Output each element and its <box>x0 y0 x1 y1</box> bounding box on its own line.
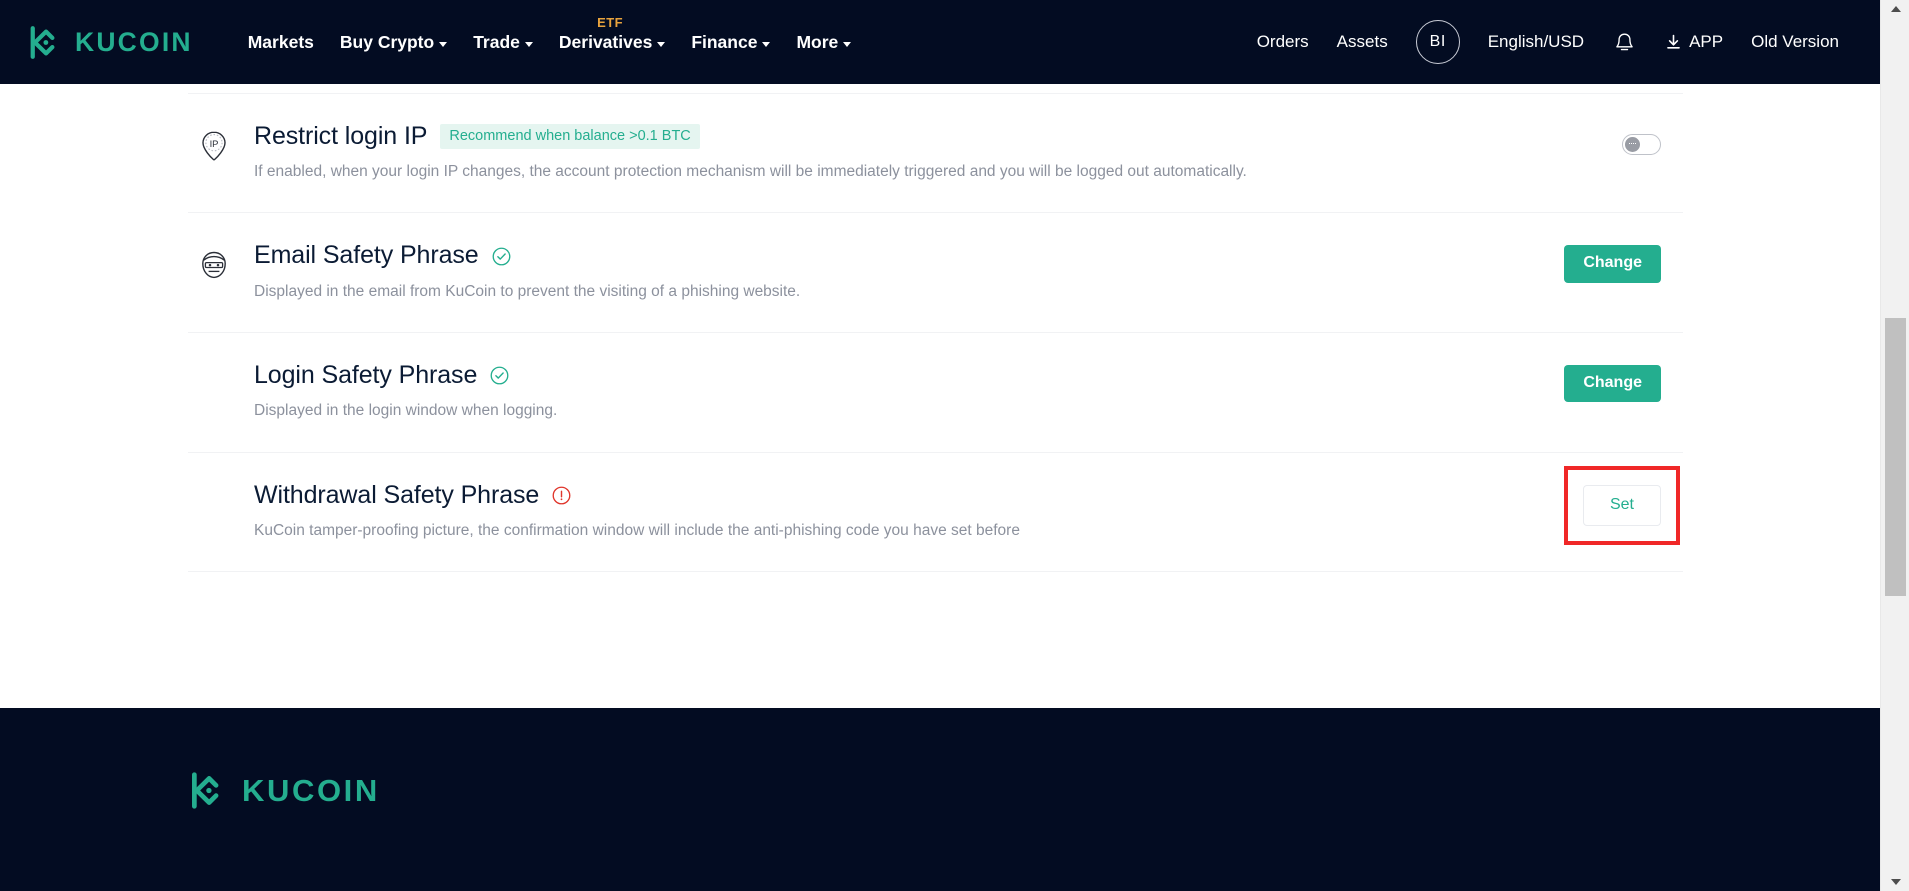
header-link-orders[interactable]: Orders <box>1243 0 1323 84</box>
scrollbar-down-arrow[interactable] <box>1881 873 1909 891</box>
row-title: Withdrawal Safety Phrase <box>254 480 540 509</box>
header-brand[interactable]: KUCOIN <box>27 24 193 61</box>
security-row-restrict-login-ip: IP Restrict login IP Recommend when bala… <box>188 94 1683 214</box>
header-link-locale[interactable]: English/USD <box>1474 0 1598 84</box>
scrollbar-thumb[interactable] <box>1885 318 1906 596</box>
row-body: Restrict login IP Recommend when balance… <box>254 122 1483 183</box>
page-scrollbar[interactable] <box>1880 0 1909 891</box>
verified-check-icon <box>492 247 511 265</box>
header-link-label: Orders <box>1256 32 1309 51</box>
row-description: If enabled, when your login IP changes, … <box>254 163 1247 181</box>
scrollbar-up-arrow[interactable] <box>1881 0 1909 18</box>
notification-bell-icon <box>1616 33 1633 50</box>
footer-brand[interactable]: KUCOIN <box>188 770 380 811</box>
chevron-down-icon <box>524 41 533 47</box>
row-description: Displayed in the email from KuCoin to pr… <box>254 282 801 300</box>
change-email-safety-phrase-button[interactable]: Change <box>1564 245 1661 283</box>
nav-label: Trade <box>473 31 520 52</box>
header-link-label: Assets <box>1336 32 1388 51</box>
browser-viewport: Trading Password Used for the verificati… <box>0 0 1909 891</box>
row-description: Displayed in the login window when loggi… <box>254 402 558 420</box>
site-header: KUCOIN Markets Buy Crypto Trade ETF Deri… <box>0 0 1880 84</box>
avatar-initials: BI <box>1429 33 1446 50</box>
chevron-down-icon <box>439 41 448 47</box>
row-title-line: Email Safety Phrase <box>254 242 1483 270</box>
recommend-balance-badge: Recommend when balance >0.1 BTC <box>440 123 700 150</box>
chevron-up-icon <box>1890 6 1901 12</box>
row-title: Restrict login IP <box>254 121 428 150</box>
nav-item-finance[interactable]: Finance <box>678 0 783 84</box>
row-title-line: Login Safety Phrase <box>254 360 1483 390</box>
row-action: Change <box>1483 361 1683 403</box>
change-login-safety-phrase-button[interactable]: Change <box>1564 364 1661 403</box>
warning-exclamation-icon <box>552 486 571 505</box>
footer-brand-word: KUCOIN <box>242 773 380 808</box>
download-app-button[interactable]: APP <box>1651 0 1737 84</box>
nav-label: Markets <box>247 31 314 52</box>
security-row-login-safety-phrase: Login Safety Phrase Displayed in the log… <box>188 333 1683 453</box>
row-action <box>1483 122 1683 155</box>
row-title: Login Safety Phrase <box>254 360 478 389</box>
nav-label: Buy Crypto <box>339 31 435 52</box>
kucoin-logo-icon <box>30 25 55 59</box>
page-root: Trading Password Used for the verificati… <box>0 0 1880 891</box>
set-withdrawal-safety-phrase-button[interactable]: Set <box>1582 484 1661 526</box>
header-utility-nav: Orders Assets BI English/USD APP Old Ver… <box>1243 0 1853 84</box>
row-title-line: Withdrawal Safety Phrase <box>254 480 1483 510</box>
security-row-withdrawal-safety-phrase: Withdrawal Safety Phrase KuCoin tamper-p… <box>188 453 1683 573</box>
nav-badge-etf: ETF <box>597 15 623 30</box>
chevron-down-icon <box>762 41 771 47</box>
header-inner: KUCOIN Markets Buy Crypto Trade ETF Deri… <box>0 0 1880 84</box>
svg-text:IP: IP <box>210 138 219 149</box>
verified-check-icon <box>490 366 509 385</box>
row-description: KuCoin tamper-proofing picture, the conf… <box>254 522 1020 540</box>
nav-label: Finance <box>691 31 758 52</box>
row-action: Change <box>1483 241 1683 283</box>
masked-face-icon <box>188 241 254 285</box>
chevron-down-icon <box>1890 879 1901 885</box>
header-brand-word: KUCOIN <box>75 26 193 57</box>
toggle-knob <box>1625 136 1640 152</box>
primary-nav: Markets Buy Crypto Trade ETF Derivatives <box>235 0 865 84</box>
row-body: Email Safety Phrase Displayed in the ema… <box>254 241 1483 302</box>
restrict-login-ip-toggle[interactable] <box>1622 133 1661 155</box>
app-label: APP <box>1689 32 1724 51</box>
site-footer: KUCOIN <box>0 708 1880 891</box>
header-link-old-version[interactable]: Old Version <box>1737 0 1853 84</box>
row-title-line: Restrict login IP Recommend when balance… <box>254 121 1483 151</box>
row-action: Set <box>1483 465 1683 545</box>
nav-item-markets[interactable]: Markets <box>235 0 327 84</box>
security-settings-card: Trading Password Used for the verificati… <box>188 0 1683 573</box>
kucoin-logo-icon <box>191 772 219 809</box>
avatar[interactable]: BI <box>1415 20 1460 64</box>
row-title: Email Safety Phrase <box>254 241 479 270</box>
chevron-down-icon <box>657 41 666 47</box>
nav-item-trade[interactable]: Trade <box>460 0 546 84</box>
chevron-down-icon <box>843 41 852 47</box>
set-button-wrapper: Set <box>1563 465 1680 545</box>
download-icon <box>1667 34 1680 49</box>
row-body: Login Safety Phrase Displayed in the log… <box>254 361 1483 422</box>
header-link-assets[interactable]: Assets <box>1323 0 1402 84</box>
nav-label: More <box>796 31 839 52</box>
notification-bell-button[interactable] <box>1598 0 1651 84</box>
row-body: Withdrawal Safety Phrase KuCoin tamper-p… <box>254 481 1483 542</box>
header-link-label: English/USD <box>1487 32 1585 51</box>
nav-item-derivatives[interactable]: ETF Derivatives <box>546 0 678 84</box>
header-link-label: Old Version <box>1751 32 1839 51</box>
nav-item-more[interactable]: More <box>783 0 864 84</box>
ip-pin-icon: IP <box>188 122 254 166</box>
security-row-email-safety-phrase: Email Safety Phrase Displayed in the ema… <box>188 213 1683 333</box>
nav-item-buy-crypto[interactable]: Buy Crypto <box>327 0 460 84</box>
nav-label: Derivatives <box>558 31 653 52</box>
